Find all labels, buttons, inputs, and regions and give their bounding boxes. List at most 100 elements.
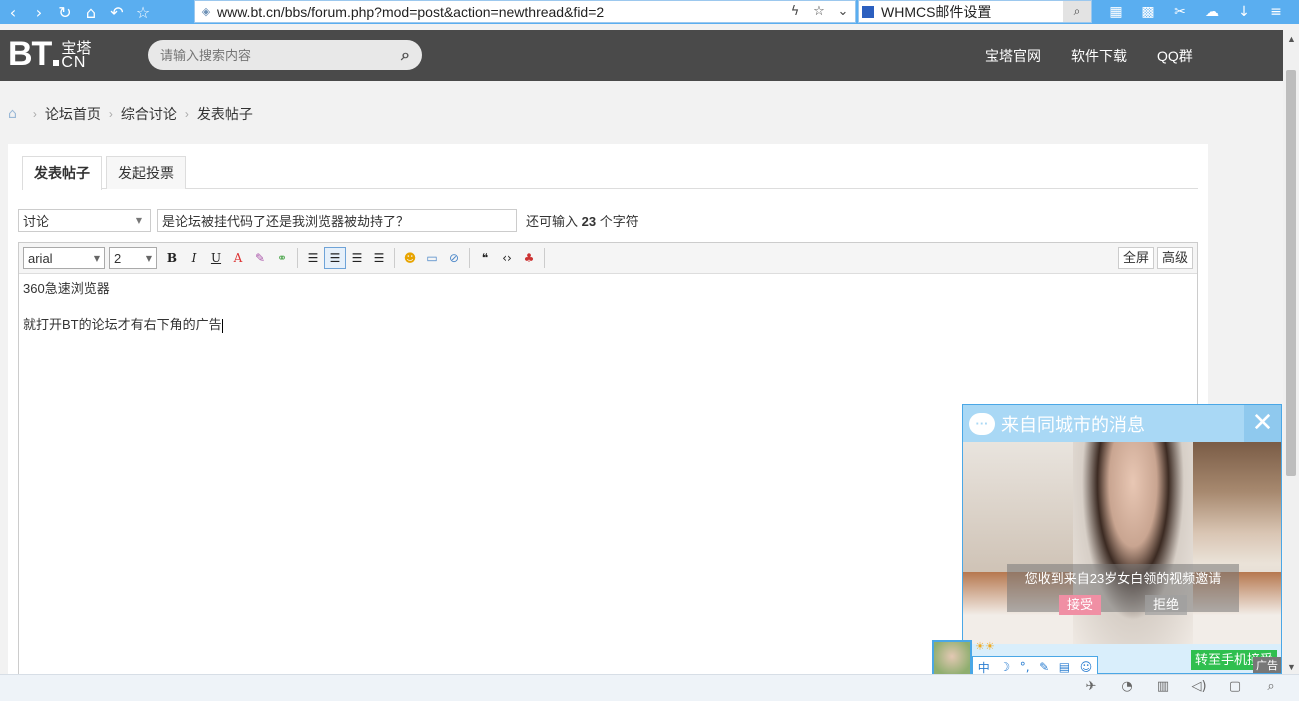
tab-new-poll[interactable]: 发起投票: [106, 156, 186, 189]
search-icon[interactable]: ⌕: [1063, 1, 1091, 22]
level-stars-icon: ☀☀: [975, 640, 995, 653]
window-icon[interactable]: ▢: [1217, 679, 1253, 694]
editor-toolbar: arial ▼ 2 ▼ B I U A ✎ ⚭ ☰ ☰ ☰ ☰ ☻ ▭ ⊘ ❝ …: [19, 243, 1197, 274]
logo-main: BT: [8, 35, 52, 73]
paw-icon: [861, 4, 875, 19]
forward-icon[interactable]: ›: [26, 0, 52, 24]
background-color-icon[interactable]: ✎: [249, 247, 271, 269]
accept-button[interactable]: 接受: [1059, 595, 1101, 615]
address-bar[interactable]: ◈ www.bt.cn/bbs/forum.php?mod=post&actio…: [194, 0, 856, 23]
category-select[interactable]: 讨论 ▼: [18, 209, 151, 232]
bookmark-star-icon[interactable]: ☆: [807, 4, 831, 19]
popup-header: ··· 来自同城市的消息 ✕: [963, 405, 1281, 442]
bold-icon[interactable]: B: [161, 247, 183, 269]
breadcrumb-separator: ›: [184, 107, 189, 121]
link-icon[interactable]: ⚭: [271, 247, 293, 269]
invite-text: 您收到来自23岁女白领的视频邀请: [1024, 571, 1222, 586]
invite-buttons: 接受 拒绝: [1007, 595, 1239, 615]
popup-title: 来自同城市的消息: [1001, 414, 1145, 435]
close-icon[interactable]: ✕: [1244, 405, 1281, 442]
nav-link-official[interactable]: 宝塔官网: [970, 46, 1056, 66]
pin-icon[interactable]: ✈: [1073, 679, 1109, 694]
qq-bar-item[interactable]: ▤: [1059, 660, 1070, 674]
scroll-up-icon[interactable]: ▲: [1287, 34, 1296, 44]
char-count-prefix: 还可输入: [526, 214, 579, 229]
browser-right-tools: ▦ ▩ ✂ ☁ ↓ ≡: [1100, 0, 1292, 24]
editor-content[interactable]: 360急速浏览器 就打开BT的论坛才有右下角的广告: [19, 274, 1197, 358]
fullscreen-button[interactable]: 全屏: [1117, 247, 1154, 269]
site-search: ⌕: [148, 40, 422, 70]
browser-search-box[interactable]: WHMCS邮件设置 ⌕: [858, 0, 1092, 23]
toolbar-divider: [469, 248, 470, 268]
font-family-select[interactable]: arial ▼: [23, 247, 105, 269]
tab-new-thread[interactable]: 发表帖子: [22, 156, 102, 190]
home-icon[interactable]: ⌂: [8, 106, 17, 122]
undo-icon[interactable]: ↶: [104, 0, 130, 24]
star-icon[interactable]: ☆: [130, 0, 156, 24]
home-icon[interactable]: ⌂: [78, 0, 104, 24]
site-search-input[interactable]: [160, 47, 402, 63]
popup-ad: ··· 来自同城市的消息 ✕ 您收到来自23岁女白领的视频邀请 接受 拒绝 转至…: [962, 404, 1282, 674]
breadcrumb: ⌂ › 论坛首页 › 综合讨论 › 发表帖子: [8, 104, 253, 124]
trash-icon[interactable]: ▥: [1145, 679, 1181, 694]
zoom-icon[interactable]: ⌕: [1253, 679, 1289, 694]
qq-bar-item[interactable]: ☽: [999, 660, 1010, 674]
text-caret: [221, 318, 223, 333]
logo-side: 宝塔 CN: [61, 41, 91, 71]
advanced-button[interactable]: 高级: [1156, 247, 1193, 269]
qq-bar-item[interactable]: ☺: [1080, 660, 1093, 674]
nav-link-download[interactable]: 软件下载: [1056, 46, 1142, 66]
browser-status-bar: ✈ ◔ ▥ ◁) ▢ ⌕: [0, 674, 1299, 701]
font-color-icon[interactable]: A: [227, 247, 249, 269]
qq-icon[interactable]: ♣: [518, 247, 540, 269]
back-icon[interactable]: ‹: [0, 0, 26, 24]
browser-search-text[interactable]: WHMCS邮件设置: [881, 2, 1063, 22]
qq-bar-item[interactable]: °,: [1020, 660, 1030, 674]
breadcrumb-separator: ›: [32, 107, 37, 121]
scroll-thumb[interactable]: [1286, 70, 1296, 476]
attachment-icon[interactable]: ⊘: [443, 247, 465, 269]
apps-icon[interactable]: ▦: [1100, 4, 1132, 20]
download-icon[interactable]: ↓: [1228, 4, 1260, 20]
reject-button[interactable]: 拒绝: [1145, 595, 1187, 615]
refresh-icon[interactable]: ↻: [52, 0, 78, 24]
toolbar-divider: [394, 248, 395, 268]
font-size-select[interactable]: 2 ▼: [109, 247, 157, 269]
align-center-icon[interactable]: ☰: [346, 247, 368, 269]
qq-bar-item[interactable]: ✎: [1039, 660, 1049, 674]
image-icon[interactable]: ▭: [421, 247, 443, 269]
cloud-icon[interactable]: ☁: [1196, 4, 1228, 20]
align-left-icon[interactable]: ☰: [324, 247, 346, 269]
quote-icon[interactable]: ❝: [474, 247, 496, 269]
align-right-icon[interactable]: ☰: [368, 247, 390, 269]
page-scrollbar[interactable]: ▲ ▼: [1283, 30, 1299, 674]
menu-icon[interactable]: ≡: [1260, 4, 1292, 20]
char-count: 还可输入 23 个字符: [526, 211, 639, 230]
category-value: 讨论: [23, 214, 50, 229]
toolbar-divider: [544, 248, 545, 268]
qrcode-icon[interactable]: ▩: [1132, 4, 1164, 20]
url-text[interactable]: www.bt.cn/bbs/forum.php?mod=post&action=…: [217, 4, 783, 20]
title-input[interactable]: 是论坛被挂代码了还是我浏览器被劫持了？: [157, 209, 517, 232]
screenshot-icon[interactable]: ✂: [1164, 4, 1196, 20]
search-icon[interactable]: ⌕: [401, 45, 410, 65]
scroll-down-icon[interactable]: ▼: [1287, 662, 1296, 672]
volume-icon[interactable]: ◁): [1181, 679, 1217, 694]
top-nav: 宝塔官网 软件下载 QQ群: [970, 30, 1208, 81]
qq-bar-item[interactable]: 中: [978, 659, 990, 676]
nav-link-qq[interactable]: QQ群: [1142, 46, 1208, 66]
underline-icon[interactable]: U: [205, 247, 227, 269]
logo-dot: [53, 60, 60, 66]
italic-icon[interactable]: I: [183, 247, 205, 269]
font-family-value: arial: [28, 250, 53, 266]
speed-icon[interactable]: ◔: [1109, 679, 1145, 694]
dropdown-icon[interactable]: ⌄: [831, 4, 855, 19]
popup-photo[interactable]: 您收到来自23岁女白领的视频邀请 接受 拒绝: [963, 442, 1281, 644]
breadcrumb-forum-home[interactable]: 论坛首页: [45, 104, 101, 124]
indent-icon[interactable]: ☰: [302, 247, 324, 269]
lightning-icon[interactable]: ϟ: [783, 4, 807, 19]
code-icon[interactable]: ‹›: [496, 247, 518, 269]
emoji-icon[interactable]: ☻: [399, 247, 421, 269]
site-logo[interactable]: BT 宝塔 CN: [8, 35, 91, 73]
breadcrumb-general[interactable]: 综合讨论: [121, 104, 177, 124]
